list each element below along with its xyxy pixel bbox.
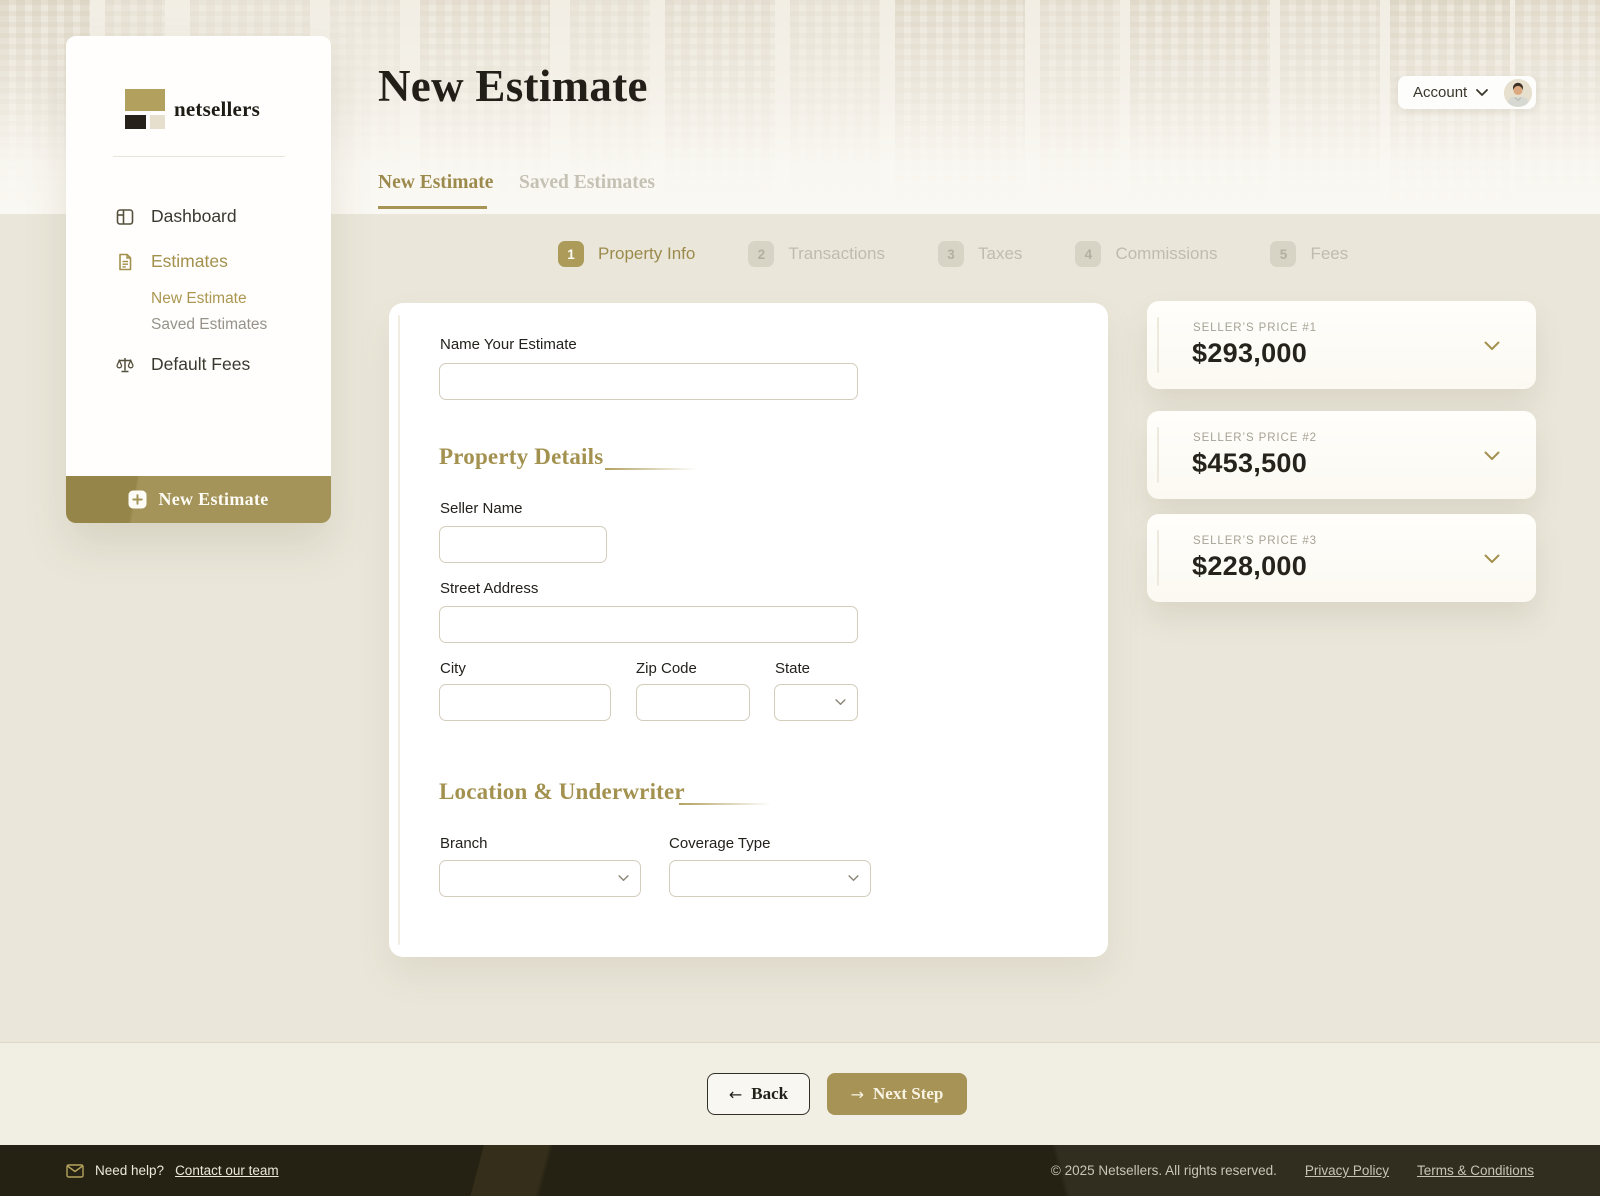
state-select[interactable]	[774, 684, 858, 721]
brand-logo-icon	[125, 89, 165, 129]
card-accent-line	[1157, 427, 1159, 483]
step-fees[interactable]: 5 Fees	[1270, 241, 1348, 267]
dashboard-icon	[115, 207, 135, 227]
contact-team-link[interactable]: Contact our team	[175, 1163, 279, 1178]
avatar	[1504, 79, 1532, 107]
next-step-button-label: Next Step	[873, 1084, 943, 1104]
zip-code-input[interactable]	[636, 684, 750, 721]
seller-name-input[interactable]	[439, 526, 607, 563]
brand-name: netsellers	[174, 97, 260, 122]
card-accent-line	[1157, 530, 1159, 586]
price-value: $453,500	[1192, 448, 1307, 479]
step-number: 3	[938, 241, 964, 267]
tab-saved-estimates[interactable]: Saved Estimates	[519, 172, 655, 194]
page-footer: Need help? Contact our team © 2025 Netse…	[0, 1145, 1600, 1196]
chevron-down-icon	[1476, 89, 1488, 97]
sidebar-subitem-new-estimate[interactable]: New Estimate	[151, 290, 247, 308]
name-estimate-input[interactable]	[439, 363, 858, 400]
chevron-down-icon	[618, 875, 629, 882]
card-accent-line	[398, 315, 400, 945]
sidebar-item-default-fees[interactable]: Default Fees	[115, 354, 250, 375]
right-arrow-icon: →	[851, 1085, 864, 1104]
step-taxes[interactable]: 3 Taxes	[938, 241, 1022, 267]
scales-icon	[115, 355, 135, 375]
app-root: New Estimate Account New Estimate Saved …	[0, 0, 1600, 1196]
envelope-icon	[66, 1164, 84, 1178]
active-tab-indicator	[378, 206, 487, 209]
chevron-down-icon	[1484, 451, 1500, 461]
state-label: State	[775, 660, 810, 677]
sidebar-subitem-saved-estimates[interactable]: Saved Estimates	[151, 316, 267, 334]
document-icon	[115, 252, 135, 272]
plus-icon	[128, 490, 147, 509]
step-label: Fees	[1310, 244, 1348, 264]
legal-row: © 2025 Netsellers. All rights reserved. …	[1051, 1145, 1534, 1196]
price-value: $293,000	[1192, 338, 1307, 369]
seller-price-card-3[interactable]: SELLER’S PRICE #3 $228,000	[1147, 514, 1536, 602]
name-estimate-label: Name Your Estimate	[440, 336, 577, 353]
city-label: City	[440, 660, 466, 677]
branch-select[interactable]	[439, 860, 641, 897]
chevron-down-icon	[1484, 554, 1500, 564]
zip-code-label: Zip Code	[636, 660, 697, 677]
copyright-text: © 2025 Netsellers. All rights reserved.	[1051, 1163, 1277, 1178]
property-details-heading: Property Details	[439, 444, 603, 470]
coverage-type-select[interactable]	[669, 860, 871, 897]
footer-actions: ← Back → Next Step	[0, 1042, 1600, 1145]
chevron-down-icon	[848, 875, 859, 882]
step-number: 2	[748, 241, 774, 267]
price-label: SELLER’S PRICE #2	[1193, 432, 1317, 444]
back-button-label: Back	[751, 1084, 788, 1104]
heading-rule	[605, 468, 697, 470]
sidebar-divider	[113, 156, 285, 157]
sidebar-item-label: Dashboard	[151, 206, 237, 227]
chevron-down-icon	[835, 699, 846, 706]
step-label: Property Info	[598, 244, 695, 264]
step-commissions[interactable]: 4 Commissions	[1075, 241, 1217, 267]
step-property-info[interactable]: 1 Property Info	[558, 241, 695, 267]
step-transactions[interactable]: 2 Transactions	[748, 241, 885, 267]
help-text: Need help?	[95, 1163, 164, 1178]
tab-new-estimate[interactable]: New Estimate	[378, 172, 493, 194]
step-label: Transactions	[788, 244, 885, 264]
next-step-button[interactable]: → Next Step	[827, 1073, 967, 1115]
page-title: New Estimate	[378, 60, 648, 112]
seller-name-label: Seller Name	[440, 500, 523, 517]
estimate-form-card: Name Your Estimate Property Details Sell…	[389, 303, 1108, 957]
seller-price-card-1[interactable]: SELLER’S PRICE #1 $293,000	[1147, 301, 1536, 389]
step-number: 4	[1075, 241, 1101, 267]
help-row: Need help? Contact our team	[66, 1145, 279, 1196]
branch-label: Branch	[440, 835, 488, 852]
account-menu[interactable]: Account	[1398, 76, 1536, 109]
price-value: $228,000	[1192, 551, 1307, 582]
price-label: SELLER’S PRICE #1	[1193, 322, 1317, 334]
terms-conditions-link[interactable]: Terms & Conditions	[1417, 1163, 1534, 1178]
sidebar: netsellers Dashboard Estimates New Estim…	[66, 36, 331, 523]
new-estimate-button-label: New Estimate	[158, 489, 268, 510]
step-number: 1	[558, 241, 584, 267]
back-button[interactable]: ← Back	[707, 1073, 810, 1115]
stepper: 1 Property Info 2 Transactions 3 Taxes 4…	[558, 241, 1348, 267]
price-label: SELLER’S PRICE #3	[1193, 535, 1317, 547]
sidebar-item-estimates[interactable]: Estimates	[115, 251, 228, 272]
street-address-label: Street Address	[440, 580, 538, 597]
street-address-input[interactable]	[439, 606, 858, 643]
account-label: Account	[1413, 84, 1467, 101]
left-arrow-icon: ←	[729, 1085, 742, 1104]
seller-price-card-2[interactable]: SELLER’S PRICE #2 $453,500	[1147, 411, 1536, 499]
step-label: Taxes	[978, 244, 1022, 264]
card-accent-line	[1157, 317, 1159, 373]
sidebar-item-label: Estimates	[151, 251, 228, 272]
coverage-type-label: Coverage Type	[669, 835, 770, 852]
city-input[interactable]	[439, 684, 611, 721]
sidebar-item-label: Default Fees	[151, 354, 250, 375]
location-underwriter-heading: Location & Underwriter	[439, 779, 685, 805]
step-label: Commissions	[1115, 244, 1217, 264]
heading-rule	[679, 803, 771, 805]
sidebar-item-dashboard[interactable]: Dashboard	[115, 206, 237, 227]
step-number: 5	[1270, 241, 1296, 267]
new-estimate-button[interactable]: New Estimate	[66, 476, 331, 523]
privacy-policy-link[interactable]: Privacy Policy	[1305, 1163, 1389, 1178]
chevron-down-icon	[1484, 341, 1500, 351]
